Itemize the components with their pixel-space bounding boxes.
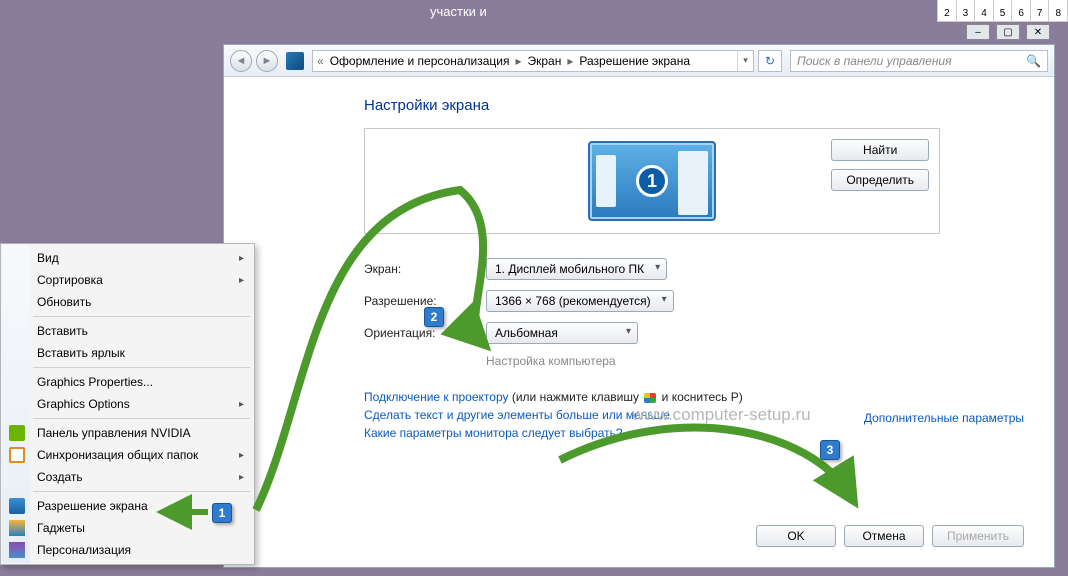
control-panel-icon bbox=[286, 52, 304, 70]
control-panel-window: ◄ ► « Оформление и персонализация ▸ Экра… bbox=[223, 44, 1055, 568]
sync-icon bbox=[9, 447, 25, 463]
ok-button[interactable]: OK bbox=[756, 525, 836, 547]
strip-num[interactable]: 4 bbox=[975, 0, 994, 21]
menu-graphics-properties[interactable]: Graphics Properties... bbox=[3, 371, 252, 393]
menu-paste-shortcut[interactable]: Вставить ярлык bbox=[3, 342, 252, 364]
menu-personalize[interactable]: Персонализация bbox=[3, 539, 252, 561]
breadcrumb-dropdown[interactable]: ▾ bbox=[737, 51, 753, 71]
search-input[interactable]: Поиск в панели управления 🔍 bbox=[790, 50, 1048, 72]
projector-text-2: и коснитесь P) bbox=[658, 390, 742, 404]
callout-3: 3 bbox=[820, 440, 840, 460]
monitor-params-link[interactable]: Какие параметры монитора следует выбрать… bbox=[364, 426, 623, 440]
screen-select[interactable]: 1. Дисплей мобильного ПК bbox=[486, 258, 667, 280]
screen-label: Экран: bbox=[364, 262, 486, 276]
strip-num[interactable]: 5 bbox=[994, 0, 1013, 21]
strip-num[interactable]: 2 bbox=[938, 0, 957, 21]
window-toolbar: ◄ ► « Оформление и персонализация ▸ Экра… bbox=[224, 45, 1054, 77]
find-button[interactable]: Найти bbox=[831, 139, 929, 161]
menu-sync-folders[interactable]: Синхронизация общих папок bbox=[3, 444, 252, 466]
resolution-select-value: 1366 × 768 (рекомендуется) bbox=[495, 294, 651, 308]
display-preview-box: 1 Найти Определить bbox=[364, 128, 940, 234]
menu-view[interactable]: Вид bbox=[3, 247, 252, 269]
page-title: Настройки экрана bbox=[364, 97, 1024, 114]
projector-line: Подключение к проектору (или нажмите кла… bbox=[364, 390, 1024, 404]
orientation-label: Ориентация: bbox=[364, 326, 486, 340]
window-tab-strip: 2 3 4 5 6 7 8 bbox=[937, 0, 1068, 22]
minimize-button[interactable]: – bbox=[966, 24, 990, 40]
projector-text: (или нажмите клавишу bbox=[509, 390, 643, 404]
close-button[interactable]: ✕ bbox=[1026, 24, 1050, 40]
search-icon: 🔍 bbox=[1026, 54, 1041, 68]
personalize-icon bbox=[9, 542, 25, 558]
search-placeholder: Поиск в панели управления bbox=[797, 54, 952, 68]
menu-refresh[interactable]: Обновить bbox=[3, 291, 252, 313]
breadcrumb-item[interactable]: Разрешение экрана bbox=[575, 54, 694, 68]
window-system-buttons: – ▢ ✕ bbox=[966, 24, 1050, 40]
callout-1: 1 bbox=[212, 503, 232, 523]
menu-sort[interactable]: Сортировка bbox=[3, 269, 252, 291]
callout-2: 2 bbox=[424, 307, 444, 327]
resolution-label: Разрешение: bbox=[364, 294, 486, 308]
breadcrumb[interactable]: « Оформление и персонализация ▸ Экран ▸ … bbox=[312, 50, 754, 72]
refresh-button[interactable]: ↻ bbox=[758, 50, 782, 72]
gadget-icon bbox=[9, 520, 25, 536]
monitor-icon bbox=[9, 498, 25, 514]
menu-paste[interactable]: Вставить bbox=[3, 320, 252, 342]
strip-num[interactable]: 7 bbox=[1031, 0, 1050, 21]
nav-forward-button[interactable]: ► bbox=[256, 50, 278, 72]
nvidia-icon bbox=[9, 425, 25, 441]
display-illustration[interactable]: 1 bbox=[588, 141, 716, 221]
menu-graphics-options[interactable]: Graphics Options bbox=[3, 393, 252, 415]
gray-note: Настройка компьютера bbox=[486, 354, 1024, 368]
apply-button[interactable]: Применить bbox=[932, 525, 1024, 547]
strip-num[interactable]: 3 bbox=[957, 0, 976, 21]
resolution-select[interactable]: 1366 × 768 (рекомендуется) bbox=[486, 290, 674, 312]
breadcrumb-item[interactable]: Экран bbox=[523, 54, 565, 68]
strip-num[interactable]: 6 bbox=[1012, 0, 1031, 21]
menu-create[interactable]: Создать bbox=[3, 466, 252, 488]
nav-back-button[interactable]: ◄ bbox=[230, 50, 252, 72]
window-content: Настройки экрана 1 Найти Определить Экра… bbox=[224, 77, 1054, 567]
maximize-button[interactable]: ▢ bbox=[996, 24, 1020, 40]
cancel-button[interactable]: Отмена bbox=[844, 525, 924, 547]
screen-select-value: 1. Дисплей мобильного ПК bbox=[495, 262, 644, 276]
detect-button[interactable]: Определить bbox=[831, 169, 929, 191]
display-number: 1 bbox=[636, 165, 668, 197]
orientation-select[interactable]: Альбомная bbox=[486, 322, 638, 344]
orientation-select-value: Альбомная bbox=[495, 326, 558, 340]
breadcrumb-item[interactable]: Оформление и персонализация bbox=[326, 54, 514, 68]
strip-num[interactable]: 8 bbox=[1049, 0, 1068, 21]
advanced-settings-link[interactable]: Дополнительные параметры bbox=[864, 411, 1024, 425]
connect-projector-link[interactable]: Подключение к проектору bbox=[364, 390, 509, 404]
windows-key-icon bbox=[644, 393, 656, 403]
menu-nvidia-panel[interactable]: Панель управления NVIDIA bbox=[3, 422, 252, 444]
bigger-text-link[interactable]: Сделать текст и другие элементы больше и… bbox=[364, 408, 670, 422]
desktop-title-text: участки и bbox=[430, 4, 487, 19]
